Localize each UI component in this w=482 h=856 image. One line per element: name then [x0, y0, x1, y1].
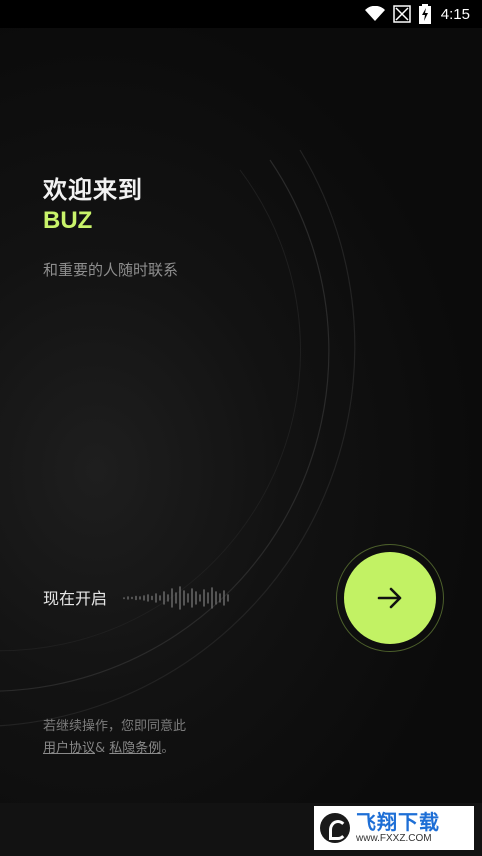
watermark-logo: 飞翔下载 www.FXXZ.COM — [314, 806, 474, 850]
arrow-right-icon — [377, 587, 402, 609]
start-label: 现在开启 — [43, 589, 108, 608]
battery-charging-icon — [418, 4, 431, 24]
status-time: 4:15 — [440, 5, 470, 23]
wifi-icon — [364, 6, 385, 21]
terms-links-line: 用户协议& 私隐条例。 — [43, 738, 186, 760]
welcome-screen: 4:15 欢迎来到 BUZ 和重要的人随时联系 现在开启 若继续操作，您即同意此… — [0, 0, 482, 856]
signal-off-icon — [393, 5, 411, 23]
privacy-policy-link[interactable]: 私隐条例 — [109, 741, 161, 756]
terms-suffix: 。 — [161, 741, 175, 756]
user-agreement-link[interactable]: 用户协议 — [43, 741, 95, 756]
terms-amp: & — [95, 741, 110, 756]
next-button[interactable] — [344, 552, 436, 644]
waveform-icon — [123, 586, 229, 610]
brand-name: BUZ — [43, 207, 93, 234]
watermark-title: 飞翔下载 — [356, 810, 440, 834]
welcome-heading: 欢迎来到 — [43, 176, 143, 204]
status-bar: 4:15 — [0, 0, 482, 28]
watermark-url: www.FXXZ.COM — [356, 833, 432, 844]
watermark-logo-icon — [320, 813, 350, 843]
terms-prefix: 若继续操作，您即同意此 — [43, 719, 187, 734]
terms-text: 若继续操作，您即同意此 用户协议& 私隐条例。 — [43, 716, 186, 760]
tagline: 和重要的人随时联系 — [43, 261, 179, 279]
